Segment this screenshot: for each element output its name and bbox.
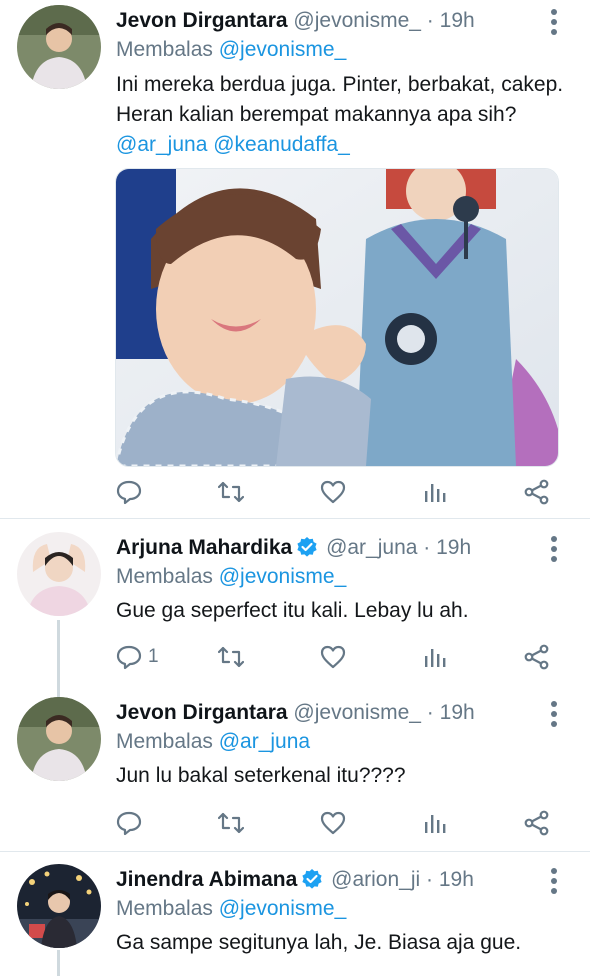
replying-to-label: Membalas [116,565,213,588]
share-button[interactable] [524,642,550,672]
user-handle[interactable]: @jevonisme_ [293,9,421,32]
separator-dot: · [426,9,434,32]
like-button[interactable] [320,808,346,838]
mention-link[interactable]: @keanudaffa_ [213,133,350,156]
replying-to-mention[interactable]: @jevonisme_ [219,38,347,61]
analytics-icon [422,479,448,505]
user-handle[interactable]: @jevonisme_ [293,701,421,724]
avatar-jevon[interactable] [17,5,101,89]
tweet-actions: 1 [116,642,566,672]
heart-icon [320,644,346,670]
reply-button[interactable] [116,808,148,838]
analytics-button[interactable] [422,642,448,672]
retweet-icon [218,810,244,836]
replying-to-mention[interactable]: @jevonisme_ [219,565,347,588]
user-handle[interactable]: @ar_juna [326,536,417,559]
share-icon [524,479,550,505]
verified-badge-icon [301,868,323,890]
display-name[interactable]: Arjuna Mahardika [116,536,292,559]
share-icon [524,810,550,836]
replying-to: Membalas @ar_juna [116,727,310,757]
tweet-3[interactable]: Jevon Dirgantara @jevonisme_ · 19h Memba… [0,695,590,850]
heart-icon [320,479,346,505]
divider [0,518,590,519]
replying-to-mention[interactable]: @jevonisme_ [219,897,347,920]
tweet-actions [116,808,566,838]
reply-count: 1 [148,646,159,667]
display-name[interactable]: Jevon Dirgantara [116,701,288,724]
tweet-4[interactable]: Jinendra Abimana @arion_ji · 19h Membala… [0,862,590,976]
analytics-icon [422,810,448,836]
more-vertical-icon[interactable] [544,535,564,563]
retweet-icon [218,644,244,670]
tweet-1[interactable]: Jevon Dirgantara @jevonisme_ · 19h Memba… [0,0,590,518]
replying-to: Membalas @jevonisme_ [116,35,346,65]
replying-to-mention[interactable]: @ar_juna [219,730,310,753]
analytics-button[interactable] [422,808,448,838]
tweet-text: Ini mereka berdua juga. Pinter, berbakat… [116,70,566,160]
tweet-2[interactable]: Arjuna Mahardika @ar_juna · 19h Membalas… [0,530,590,690]
reply-button[interactable] [116,477,148,507]
replying-to: Membalas @jevonisme_ [116,894,346,924]
separator-dot: · [426,868,433,891]
user-handle[interactable]: @arion_ji [331,868,420,891]
tweet-photo[interactable] [115,168,559,467]
analytics-button[interactable] [422,477,448,507]
divider [0,851,590,852]
retweet-button[interactable] [218,477,244,507]
retweet-icon [218,479,244,505]
tweet-3-header: Jevon Dirgantara @jevonisme_ · 19h [116,698,475,728]
share-button[interactable] [524,477,550,507]
replying-to: Membalas @jevonisme_ [116,562,346,592]
more-vertical-icon[interactable] [544,8,564,36]
separator-dot: · [426,701,434,724]
tweet-text-body: Ini mereka berdua juga. Pinter, berbakat… [116,73,564,126]
avatar-jinendra[interactable] [17,864,101,948]
like-button[interactable] [320,477,346,507]
reply-icon [116,644,142,670]
heart-icon [320,810,346,836]
timestamp[interactable]: 19h [439,868,474,891]
timestamp[interactable]: 19h [440,701,475,724]
retweet-button[interactable] [218,808,244,838]
analytics-icon [422,644,448,670]
reply-icon [116,479,142,505]
replying-to-label: Membalas [116,730,213,753]
mention-link[interactable]: @ar_juna [116,133,207,156]
share-button[interactable] [524,808,550,838]
replying-to-label: Membalas [116,38,213,61]
separator-dot: · [423,536,431,559]
retweet-button[interactable] [218,642,244,672]
verified-badge-icon [296,536,318,558]
more-vertical-icon[interactable] [544,867,564,895]
reply-button[interactable]: 1 [116,642,159,672]
display-name[interactable]: Jinendra Abimana [116,868,297,891]
avatar-jevon[interactable] [17,697,101,781]
timestamp[interactable]: 19h [436,536,471,559]
display-name[interactable]: Jevon Dirgantara [116,9,288,32]
tweet-4-header: Jinendra Abimana @arion_ji · 19h [116,865,474,895]
avatar-arjuna[interactable] [17,532,101,616]
share-icon [524,644,550,670]
replying-to-label: Membalas [116,897,213,920]
reply-icon [116,810,142,836]
tweet-text: Gue ga seperfect itu kali. Lebay lu ah. [116,599,469,622]
tweet-text: Ga sampe segitunya lah, Je. Biasa aja gu… [116,931,522,954]
like-button[interactable] [320,642,346,672]
tweet-1-header: Jevon Dirgantara @jevonisme_ · 19h [116,6,475,36]
tweet-actions [116,477,566,507]
tweet-text: Jun lu bakal seterkenal itu???? [116,764,406,787]
more-vertical-icon[interactable] [544,700,564,728]
timestamp[interactable]: 19h [440,9,475,32]
tweet-2-header: Arjuna Mahardika @ar_juna · 19h [116,533,471,563]
